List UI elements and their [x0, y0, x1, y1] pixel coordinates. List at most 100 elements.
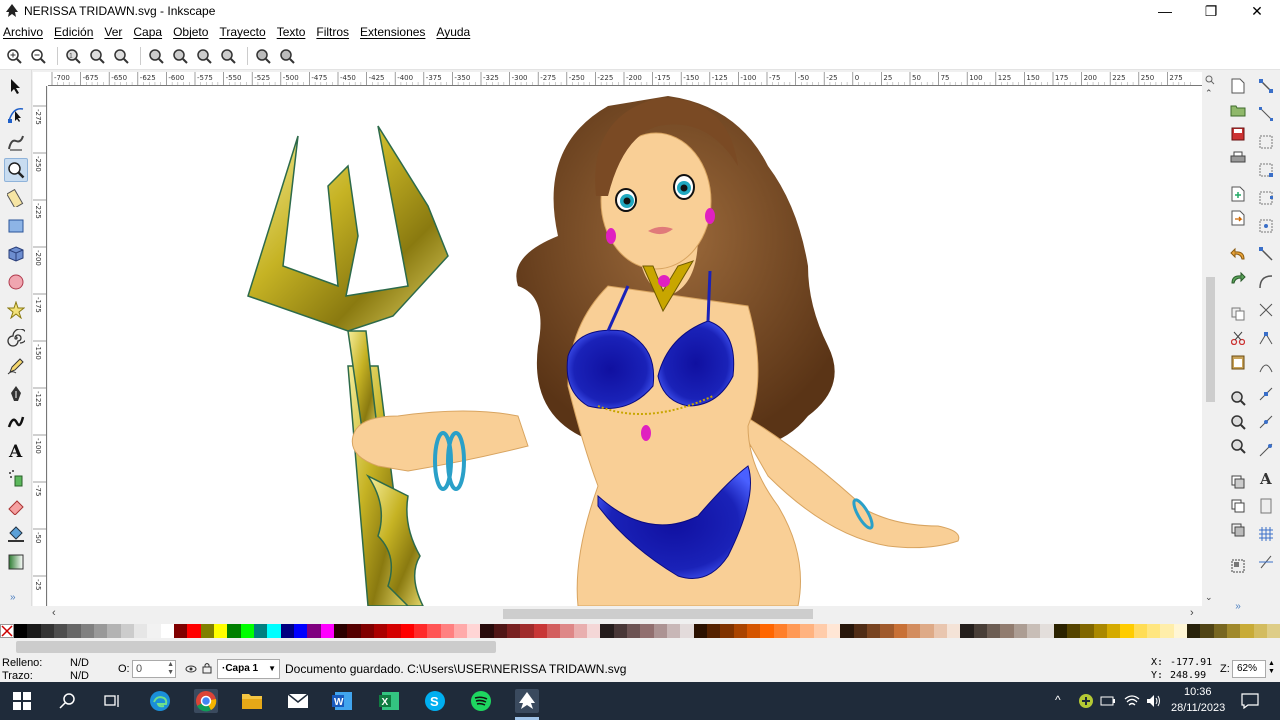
calligraphy-tool[interactable]	[4, 410, 28, 434]
toolbox-more-icon[interactable]: »	[10, 592, 16, 603]
minimize-button[interactable]: —	[1142, 0, 1188, 22]
color-swatch[interactable]	[1106, 624, 1121, 638]
color-swatch[interactable]	[933, 624, 947, 638]
menu-objeto[interactable]: Objeto	[173, 25, 208, 39]
vertical-ruler[interactable]: -275 -250 -225 -200 -175 -150 -125 -100 -75 -50 -2…	[33, 86, 47, 606]
zoom-1-1-button[interactable]: 1	[63, 46, 83, 66]
color-swatch[interactable]	[53, 624, 68, 638]
color-swatch[interactable]	[773, 624, 788, 638]
color-swatch[interactable]	[14, 624, 28, 638]
color-swatch[interactable]	[653, 624, 668, 638]
color-swatch[interactable]	[400, 624, 414, 638]
chrome-app[interactable]	[194, 689, 218, 713]
zoom-previous-button[interactable]	[253, 46, 273, 66]
color-swatch[interactable]	[1080, 624, 1094, 638]
color-swatch[interactable]	[293, 624, 308, 638]
color-swatch[interactable]	[627, 624, 641, 638]
color-swatch[interactable]	[1026, 624, 1041, 638]
export-button[interactable]	[1228, 208, 1248, 228]
opacity-field[interactable]: 0 ▲ ▼	[132, 660, 176, 678]
zoom-spin-icon[interactable]: ▲ ▼	[1268, 660, 1275, 676]
notifications-icon[interactable]	[1241, 693, 1259, 709]
spray-tool[interactable]	[4, 466, 28, 490]
color-swatch[interactable]	[1160, 624, 1174, 638]
menu-archivo[interactable]: Archivo	[3, 25, 43, 39]
trident-shape[interactable]	[247, 125, 449, 606]
word-app[interactable]: W	[330, 689, 354, 713]
color-swatch[interactable]	[880, 624, 894, 638]
import-button[interactable]	[1228, 184, 1248, 204]
color-swatch[interactable]	[240, 624, 254, 638]
box3d-tool[interactable]	[4, 242, 28, 266]
node-tool[interactable]	[4, 102, 28, 126]
edge-app[interactable]	[148, 689, 172, 713]
pencil-tool[interactable]	[4, 354, 28, 378]
color-swatch[interactable]	[733, 624, 748, 638]
color-swatch[interactable]	[920, 624, 934, 638]
scroll-right-icon[interactable]: ›	[1190, 607, 1194, 619]
pen-tool[interactable]	[4, 382, 28, 406]
copy-button[interactable]	[1228, 304, 1248, 324]
color-swatch[interactable]	[280, 624, 294, 638]
maximize-button[interactable]: ❐	[1188, 0, 1234, 22]
snap-bbox-midpoint-button[interactable]	[1256, 188, 1276, 208]
close-button[interactable]: ✕	[1234, 0, 1280, 22]
zoom-drawing-button[interactable]	[170, 46, 190, 66]
stroke-value[interactable]: N/D	[70, 670, 89, 682]
color-swatch[interactable]	[613, 624, 628, 638]
color-swatch[interactable]	[760, 624, 774, 638]
clone-button[interactable]	[1228, 496, 1248, 516]
color-swatch[interactable]	[253, 624, 268, 638]
zoom-2-1-button[interactable]	[111, 46, 131, 66]
print-button[interactable]	[1228, 148, 1248, 168]
save-button[interactable]	[1228, 124, 1248, 144]
file-explorer-app[interactable]	[240, 689, 264, 713]
color-swatch[interactable]	[1120, 624, 1134, 638]
color-swatch[interactable]	[960, 624, 974, 638]
color-swatch[interactable]	[307, 624, 321, 638]
group-button[interactable]	[1228, 556, 1248, 576]
snap-bbox-edge-button[interactable]	[1256, 132, 1276, 152]
zoom-1-2-button[interactable]	[87, 46, 107, 66]
color-swatch[interactable]	[1253, 624, 1267, 638]
color-swatch[interactable]	[440, 624, 454, 638]
vertical-scroll-thumb[interactable]	[1206, 277, 1215, 402]
drawing-canvas[interactable]	[48, 86, 1202, 606]
zoom-page-button[interactable]	[194, 46, 214, 66]
horizontal-ruler[interactable]: -700 -675 -650 -625 -600 -575 -550 -525 -500 -475…	[48, 72, 1202, 86]
snap-smooth-button[interactable]	[1256, 356, 1276, 376]
color-swatch[interactable]	[160, 624, 174, 638]
color-swatch[interactable]	[147, 624, 161, 638]
color-swatch[interactable]	[267, 624, 281, 638]
color-swatch[interactable]	[467, 624, 481, 638]
zoom-tool[interactable]	[4, 158, 28, 182]
selector-tool[interactable]	[4, 74, 28, 98]
scroll-up-icon[interactable]: ⌃	[1205, 88, 1213, 99]
color-swatch[interactable]	[787, 624, 801, 638]
color-swatch[interactable]	[107, 624, 121, 638]
color-swatch[interactable]	[986, 624, 1001, 638]
color-swatch[interactable]	[360, 624, 374, 638]
duplicate-button[interactable]	[1228, 472, 1248, 492]
volume-icon[interactable]	[1146, 694, 1162, 708]
menu-capa[interactable]: Capa	[133, 25, 162, 39]
color-swatch[interactable]	[1053, 624, 1067, 638]
color-swatch[interactable]	[480, 624, 494, 638]
color-swatch[interactable]	[1173, 624, 1187, 638]
color-swatch[interactable]	[573, 624, 588, 638]
color-swatch[interactable]	[520, 624, 534, 638]
color-swatch[interactable]	[893, 624, 907, 638]
zoom-corner-icon[interactable]	[1205, 74, 1215, 85]
tweak-tool[interactable]	[4, 130, 28, 154]
palette-scrollbar[interactable]	[16, 641, 496, 653]
zoom-selection-right-button[interactable]	[1228, 388, 1248, 408]
measure-tool[interactable]	[4, 186, 28, 210]
eraser-tool[interactable]	[4, 494, 28, 518]
zoom-out-button[interactable]	[28, 46, 48, 66]
color-swatch[interactable]	[93, 624, 108, 638]
skype-app[interactable]: S	[423, 689, 447, 713]
color-swatch[interactable]	[693, 624, 708, 638]
zoom-in-button[interactable]	[4, 46, 24, 66]
menu-trayecto[interactable]: Trayecto	[219, 25, 265, 39]
color-swatch[interactable]	[707, 624, 721, 638]
